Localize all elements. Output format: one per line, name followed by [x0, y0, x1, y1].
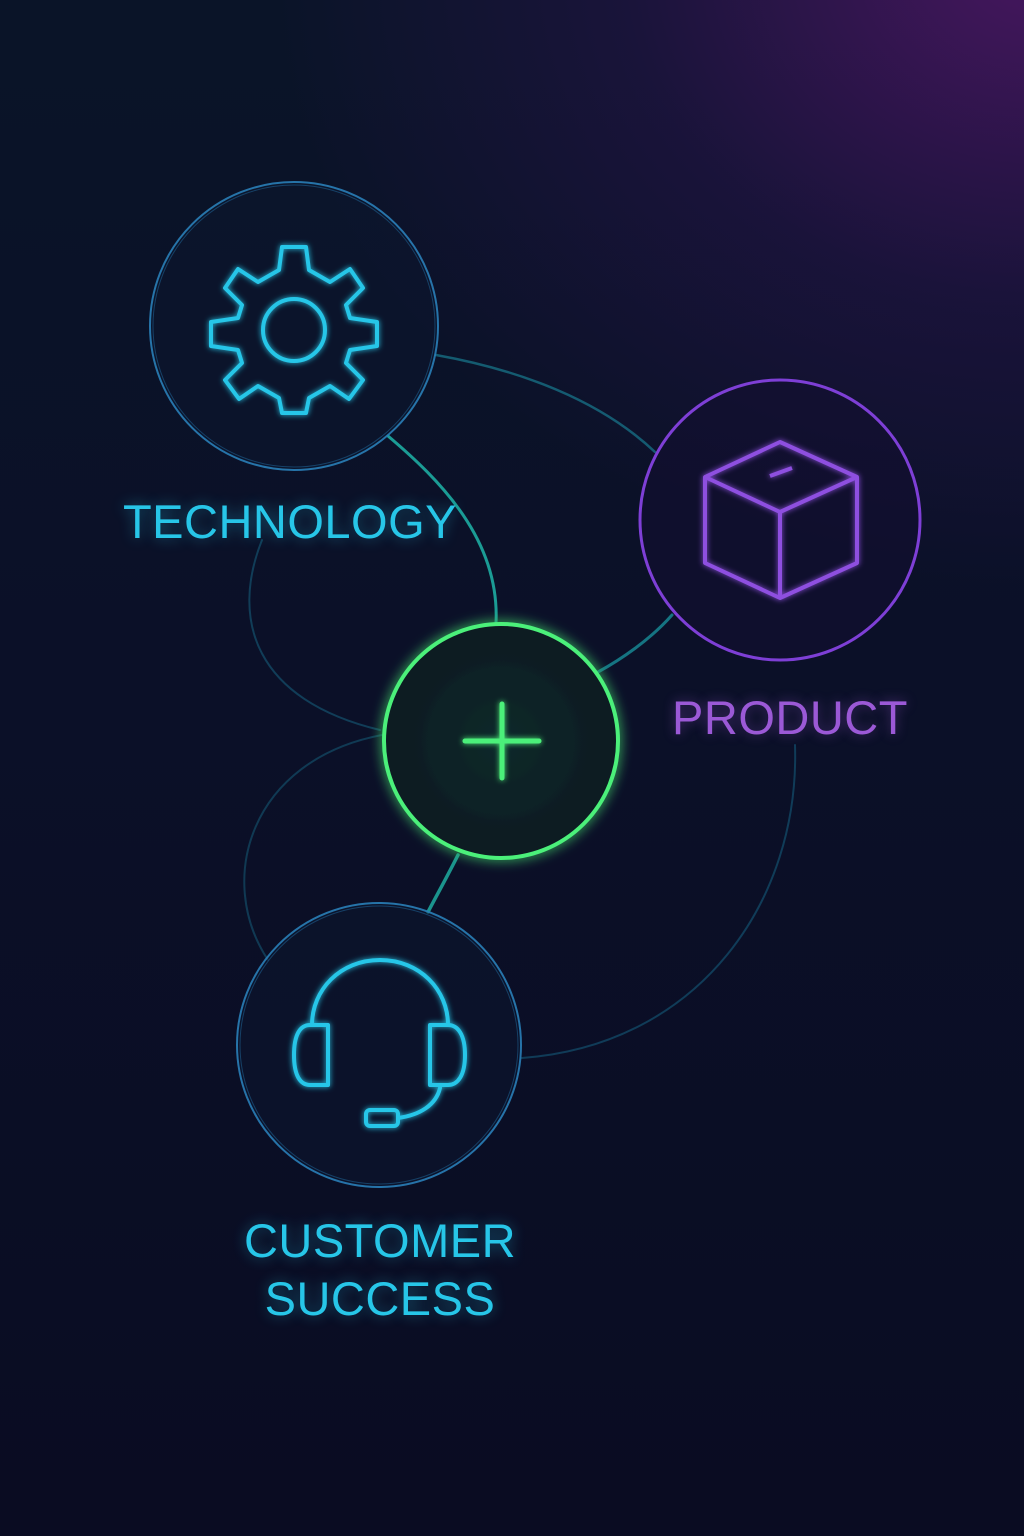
customer-success-node[interactable]	[236, 902, 522, 1188]
connector-product-center	[596, 613, 674, 674]
technology-label: TECHNOLOGY	[122, 495, 458, 548]
product-node[interactable]	[638, 378, 922, 662]
connector-tech-product	[434, 353, 657, 454]
technology-node[interactable]	[149, 181, 439, 471]
center-plus-node[interactable]	[382, 622, 620, 860]
customer-success-label: CUSTOMER SUCCESS	[180, 1212, 580, 1328]
connector-left-loop-upper	[248, 539, 381, 731]
customer-success-label-line1: CUSTOMER	[243, 1214, 517, 1267]
product-label: PRODUCT	[672, 691, 908, 744]
connector-center-customer	[426, 853, 460, 914]
customer-success-label-line2: SUCCESS	[264, 1272, 496, 1325]
